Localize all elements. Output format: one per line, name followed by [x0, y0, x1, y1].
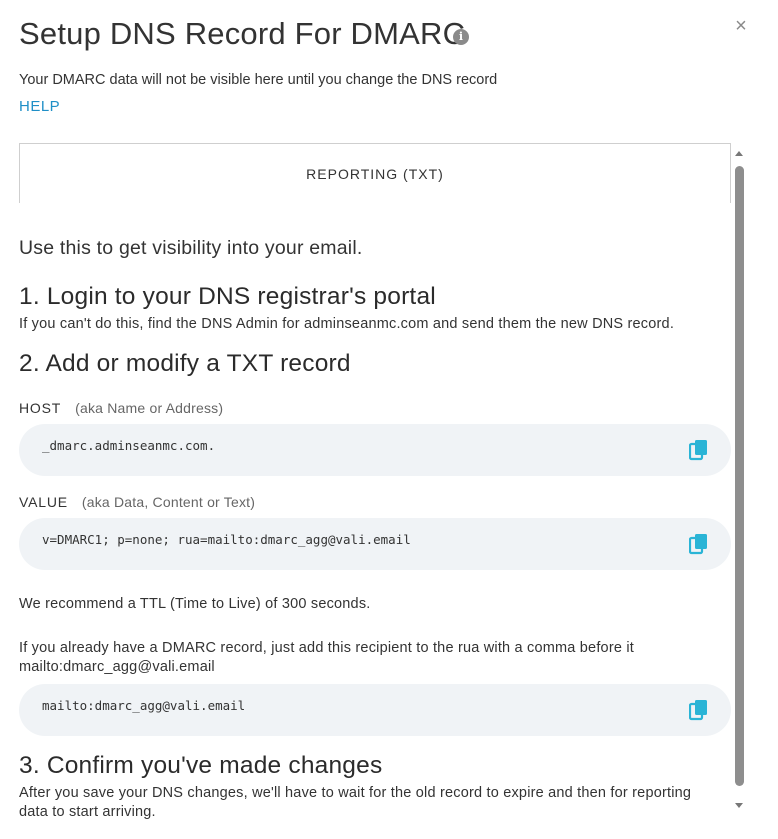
- step1-text: If you can't do this, find the DNS Admin…: [19, 316, 675, 332]
- tab-reporting-txt[interactable]: REPORTING (TXT): [19, 143, 731, 203]
- host-label-text: HOST: [19, 400, 62, 416]
- step2-heading: 2. Add or modify a TXT record: [19, 350, 351, 377]
- page-title: Setup DNS Record For DMARC: [19, 16, 466, 51]
- host-code-box: _dmarc.adminseanmc.com.: [19, 424, 731, 476]
- help-link[interactable]: HELP: [19, 98, 60, 115]
- step1-heading: 1. Login to your DNS registrar's portal: [19, 283, 436, 310]
- info-icon[interactable]: i: [453, 29, 469, 45]
- step3-text-continued: data to start arriving.: [19, 804, 156, 820]
- host-hint: (aka Name or Address): [75, 400, 224, 416]
- value-code-box: v=DMARC1; p=none; rua=mailto:dmarc_agg@v…: [19, 518, 731, 570]
- copy-icon[interactable]: [689, 439, 709, 461]
- recipient-value[interactable]: mailto:dmarc_agg@vali.email: [42, 698, 245, 713]
- copy-icon[interactable]: [689, 699, 709, 721]
- scroll-up-arrow[interactable]: [735, 151, 743, 156]
- dialog-subtitle: Your DMARC data will not be visible here…: [19, 72, 498, 88]
- intro-text: Use this to get visibility into your ema…: [19, 237, 363, 259]
- step3-heading: 3. Confirm you've made changes: [19, 752, 383, 779]
- step3-text: After you save your DNS changes, we'll h…: [19, 785, 692, 801]
- value-hint: (aka Data, Content or Text): [81, 494, 256, 510]
- value-label-text: VALUE: [19, 494, 68, 510]
- scroll-thumb[interactable]: [735, 166, 744, 786]
- host-value[interactable]: _dmarc.adminseanmc.com.: [42, 438, 215, 453]
- scroll-down-arrow[interactable]: [735, 803, 743, 808]
- existing-record-text: If you already have a DMARC record, just…: [19, 640, 634, 656]
- existing-record-recipient: mailto:dmarc_agg@vali.email: [19, 659, 215, 675]
- value-value[interactable]: v=DMARC1; p=none; rua=mailto:dmarc_agg@v…: [42, 532, 411, 547]
- scrollbar[interactable]: [733, 148, 746, 811]
- host-label: HOST (aka Name or Address): [19, 400, 223, 416]
- close-icon[interactable]: ×: [732, 16, 750, 36]
- recipient-code-box: mailto:dmarc_agg@vali.email: [19, 684, 731, 736]
- value-label: VALUE (aka Data, Content or Text): [19, 494, 255, 510]
- copy-icon[interactable]: [689, 533, 709, 555]
- content-panel: REPORTING (TXT) Use this to get visibili…: [0, 143, 733, 839]
- tab-label: REPORTING (TXT): [306, 166, 444, 182]
- ttl-text: We recommend a TTL (Time to Live) of 300…: [19, 596, 371, 612]
